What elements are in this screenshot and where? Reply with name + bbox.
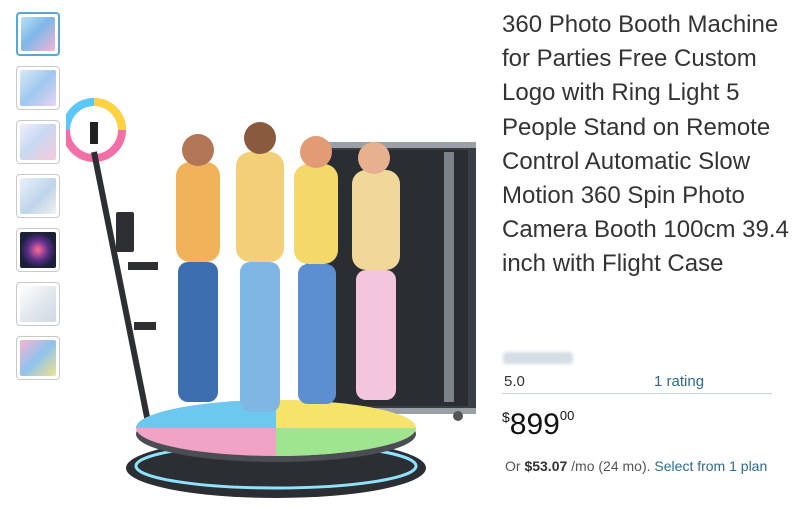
rating-divider — [502, 393, 772, 394]
spin-platform — [126, 400, 426, 498]
ring-light-stand — [66, 98, 158, 423]
price-fraction: 00 — [559, 408, 575, 423]
financing-offer: Or $53.07 /mo (24 mo). Select from 1 pla… — [505, 455, 785, 478]
price-currency-symbol: $ — [502, 409, 510, 425]
rating-count-link[interactable]: 1 rating — [654, 373, 704, 390]
finance-prefix: Or — [505, 458, 521, 474]
select-plan-link[interactable]: Select from 1 plan — [654, 458, 767, 474]
thumbnail-5[interactable] — [16, 228, 60, 272]
rating-row: 5.0 1 rating — [502, 372, 772, 394]
finance-amount: $53.07 — [524, 458, 568, 474]
price: $89900 — [502, 408, 574, 442]
finance-term: /mo (24 mo). — [571, 458, 651, 474]
thumbnail-2[interactable] — [16, 66, 60, 110]
store-link-blurred[interactable] — [503, 352, 573, 364]
product-main-image[interactable] — [66, 92, 496, 514]
rating-score: 5.0 — [504, 373, 525, 390]
people-group — [176, 122, 400, 412]
thumbnail-6[interactable] — [16, 282, 60, 326]
thumbnail-4[interactable] — [16, 174, 60, 218]
thumbnail-3[interactable] — [16, 120, 60, 164]
product-title: 360 Photo Booth Machine for Parties Free… — [502, 11, 789, 278]
price-whole: 899 — [509, 408, 560, 441]
thumbnail-7[interactable] — [16, 336, 60, 380]
thumbnail-1[interactable] — [16, 12, 60, 56]
